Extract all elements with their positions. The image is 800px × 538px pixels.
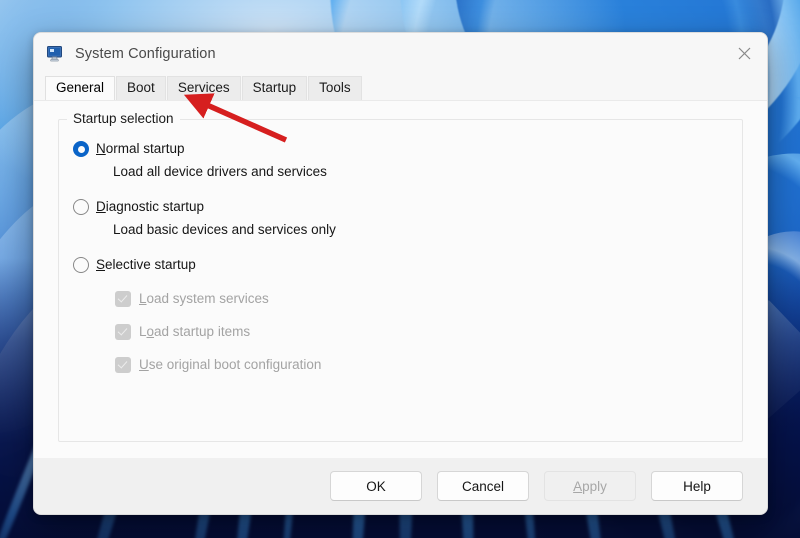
radio-selective-startup[interactable]: Selective startup [73,255,732,274]
checkbox-load-startup-items-pre: L [139,324,147,339]
diagnostic-startup-description: Load basic devices and services only [113,222,336,237]
checkbox-use-original-boot-configuration[interactable]: Use original boot configuration [115,355,732,374]
radio-diagnostic-startup-accel: D [96,199,106,214]
ok-button[interactable]: OK [330,471,422,501]
checkbox-use-original-boot-configuration-box [115,357,131,373]
checkbox-use-original-boot-configuration-label: Use original boot configuration [139,355,321,374]
checkbox-use-original-boot-configuration-accel: U [139,357,149,372]
radio-selective-startup-text: elective startup [105,257,196,272]
checkbox-load-system-services-text: oad system services [146,291,269,306]
checkbox-load-startup-items-text: ad startup items [154,324,251,339]
startup-options: Normal startup Load all device drivers a… [73,139,732,388]
checkbox-load-startup-items-accel: o [146,324,155,339]
tab-content-general: Startup selection Normal startup Load al… [34,100,767,458]
radio-normal-startup-label: Normal startup [96,139,185,158]
tab-services[interactable]: Services [166,76,241,100]
title-bar: System Configuration [34,33,767,75]
checkbox-load-system-services-label: Load system services [139,289,269,308]
normal-startup-description: Load all device drivers and services [113,164,327,179]
system-configuration-icon [47,46,64,62]
radio-selective-startup-label: Selective startup [96,255,196,274]
tab-tools[interactable]: Tools [308,76,362,100]
checkbox-load-startup-items[interactable]: Load startup items [115,322,732,341]
tab-startup[interactable]: Startup [241,76,308,100]
checkbox-load-system-services[interactable]: Load system services [115,289,732,308]
radio-diagnostic-startup-text: iagnostic startup [105,199,205,214]
tab-strip: General Boot Services Startup Tools [34,75,767,100]
radio-normal-startup-text: ormal startup [105,141,185,156]
radio-selective-startup-indicator [73,257,89,273]
window-title: System Configuration [75,46,216,62]
checkbox-load-system-services-accel: L [139,291,147,306]
screen: System Configuration General Boot Servic… [0,0,800,538]
dialog-footer: OK Cancel Apply Help [34,458,767,514]
apply-button[interactable]: Apply [544,471,636,501]
startup-selection-group: Startup selection Normal startup Load al… [58,111,743,442]
checkbox-load-system-services-box [115,291,131,307]
radio-normal-startup-accel: N [96,141,106,156]
apply-button-text: pply [582,478,607,494]
radio-diagnostic-startup[interactable]: Diagnostic startup [73,197,732,216]
checkbox-load-startup-items-label: Load startup items [139,322,250,341]
checkbox-use-original-boot-configuration-text: se original boot configuration [148,357,322,372]
apply-button-accel: A [573,478,583,494]
close-icon[interactable] [721,33,767,74]
system-configuration-dialog: System Configuration General Boot Servic… [33,32,768,515]
radio-selective-startup-accel: S [96,257,106,272]
radio-diagnostic-startup-indicator [73,199,89,215]
help-button[interactable]: Help [651,471,743,501]
radio-normal-startup[interactable]: Normal startup [73,139,732,158]
cancel-button[interactable]: Cancel [437,471,529,501]
tab-boot[interactable]: Boot [116,76,166,100]
checkbox-load-startup-items-box [115,324,131,340]
startup-selection-label: Startup selection [67,111,180,126]
radio-normal-startup-indicator [73,141,89,157]
tab-general[interactable]: General [45,76,116,100]
radio-diagnostic-startup-label: Diagnostic startup [96,197,204,216]
